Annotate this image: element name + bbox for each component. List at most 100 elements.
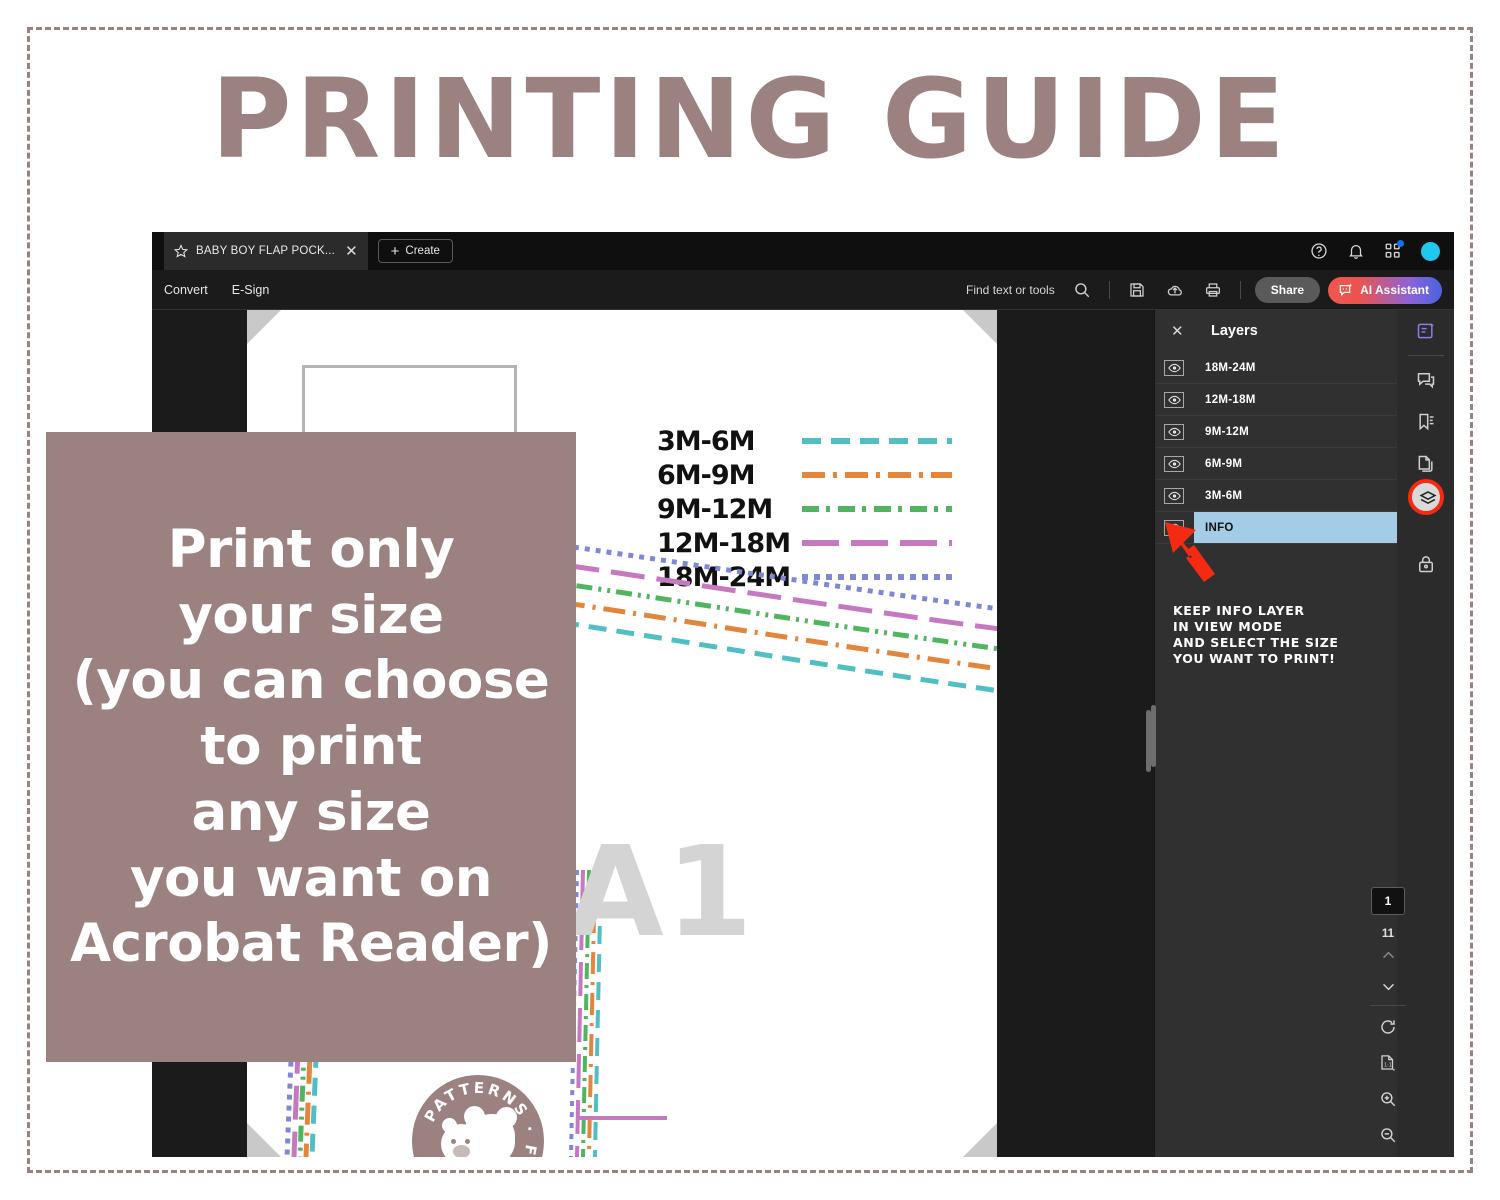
legend-label: 12M-18M <box>657 527 791 559</box>
right-rail: 1 11 1:1 <box>1370 310 1454 1157</box>
layer-row-12m-18m[interactable]: 12M-18M <box>1155 384 1434 416</box>
print-button[interactable] <box>1194 281 1232 299</box>
legend-label: 9M-12M <box>657 493 773 525</box>
close-icon[interactable]: ✕ <box>1171 322 1184 340</box>
layers-panel-title: Layers <box>1211 323 1258 339</box>
rail-divider <box>1408 355 1444 356</box>
cloud-upload-button[interactable] <box>1156 281 1194 299</box>
layers-icon <box>1419 491 1437 505</box>
page-corner-marker <box>247 1123 281 1157</box>
rotate-icon <box>1381 1020 1395 1034</box>
red-arrow-annotation <box>1165 522 1215 582</box>
find-label: Find text or tools <box>966 283 1055 297</box>
legend-row: 18M-24M <box>657 561 952 593</box>
window-actions <box>1310 232 1440 270</box>
edit-ai-icon <box>1417 322 1435 339</box>
legend-label: 18M-24M <box>657 561 791 593</box>
comment-icon <box>1417 373 1435 389</box>
rail-comment-button[interactable] <box>1397 359 1454 401</box>
menu-esign[interactable]: E-Sign <box>220 283 282 297</box>
toolbar-right-group: Find text or tools Share AI Assistant <box>966 270 1442 310</box>
search-icon <box>1074 283 1089 298</box>
tab-strip: BABY BOY FLAP POCK... ✕ + Create <box>152 232 1454 270</box>
page-corner-marker <box>247 310 281 344</box>
legend-row: 6M-9M <box>657 459 952 491</box>
zoom-out-icon <box>1381 1128 1396 1143</box>
svg-text:1:1: 1:1 <box>1384 1062 1392 1068</box>
fit-page-button[interactable]: 1:1 <box>1359 1045 1417 1081</box>
rail-lock-button[interactable] <box>1397 543 1454 585</box>
layer-row-18m-24m[interactable]: 18M-24M <box>1155 352 1434 384</box>
layer-name: 3M-6M <box>1205 489 1243 502</box>
search-button[interactable] <box>1063 281 1101 299</box>
legend-swatch-6m-9m <box>802 472 952 478</box>
eye-icon[interactable] <box>1164 359 1184 376</box>
close-icon[interactable]: ✕ <box>345 244 358 259</box>
current-page-input[interactable]: 1 <box>1371 887 1405 915</box>
save-icon <box>1130 283 1144 297</box>
eye-icon[interactable] <box>1164 455 1184 472</box>
teddy-bear-icon <box>441 1106 517 1157</box>
legend-row: 3M-6M <box>657 425 952 457</box>
page-corner-marker <box>963 310 997 344</box>
page-title-text: PRINTING GUIDE <box>211 55 1289 183</box>
layers-panel-header: ✕ Layers ⋯ <box>1155 310 1434 352</box>
page-title: PRINTING GUIDE <box>0 61 1500 178</box>
chevron-down-icon <box>1382 983 1394 991</box>
ai-sparkle-icon <box>1339 283 1353 297</box>
layer-row-9m-12m[interactable]: 9M-12M <box>1155 416 1434 448</box>
star-icon[interactable] <box>174 244 188 258</box>
panel-scrollbar-thumb[interactable] <box>1151 705 1156 767</box>
eye-icon[interactable] <box>1164 487 1184 504</box>
fit-page-icon: 1:1 <box>1381 1055 1396 1071</box>
app-grid-icon[interactable] <box>1384 240 1404 260</box>
rail-edit-ai-button[interactable] <box>1397 310 1454 352</box>
rail-divider <box>1370 1005 1406 1006</box>
rail-layers-button[interactable] <box>1397 479 1454 527</box>
legend-row: 9M-12M <box>657 493 952 525</box>
toolbar-divider-2 <box>1239 281 1241 299</box>
lock-icon <box>1419 556 1433 573</box>
zoom-in-icon <box>1381 1092 1396 1107</box>
zoom-in-button[interactable] <box>1359 1081 1417 1117</box>
create-button-label: Create <box>405 245 440 257</box>
next-page-button[interactable] <box>1359 971 1417 1002</box>
total-pages-label: 11 <box>1381 928 1395 940</box>
eye-icon[interactable] <box>1164 423 1184 440</box>
create-button[interactable]: + Create <box>377 239 453 263</box>
document-tab[interactable]: BABY BOY FLAP POCK... ✕ <box>164 232 368 270</box>
instruction-overlay-text: Print only your size (you can choose to … <box>70 518 552 975</box>
ai-assistant-label: AI Assistant <box>1360 283 1429 297</box>
layers-annotation-text: KEEP INFO LAYER IN VIEW MODE AND SELECT … <box>1173 603 1339 666</box>
legend-swatch-12m-18m <box>802 540 952 546</box>
bell-icon[interactable] <box>1347 242 1365 260</box>
layer-row-6m-9m[interactable]: 6M-9M <box>1155 448 1434 480</box>
zoom-out-button[interactable] <box>1359 1117 1417 1153</box>
help-circle-icon[interactable] <box>1310 242 1328 260</box>
share-button[interactable]: Share <box>1254 277 1321 303</box>
layers-highlight-ring <box>1408 479 1444 515</box>
ai-assistant-button[interactable]: AI Assistant <box>1328 276 1442 304</box>
legend-label: 6M-9M <box>657 459 756 491</box>
layer-name: 6M-9M <box>1205 457 1243 470</box>
eye-icon[interactable] <box>1164 391 1184 408</box>
rotate-button[interactable] <box>1359 1009 1417 1045</box>
previous-page-button[interactable] <box>1359 940 1417 971</box>
page-corner-marker <box>963 1123 997 1157</box>
menu-convert[interactable]: Convert <box>152 283 220 297</box>
page-watermark: A1 <box>567 820 755 965</box>
layer-name: 12M-18M <box>1205 393 1256 406</box>
rail-bookmark-button[interactable] <box>1397 401 1454 443</box>
legend-label: 3M-6M <box>657 425 756 457</box>
instruction-overlay: Print only your size (you can choose to … <box>46 432 576 1062</box>
legend-swatch-3m-6m <box>802 438 952 444</box>
avatar[interactable] <box>1421 241 1440 261</box>
save-button[interactable] <box>1118 281 1156 299</box>
layer-name: 18M-24M <box>1205 361 1256 374</box>
chevron-up-icon <box>1382 951 1394 959</box>
notification-badge <box>1397 240 1404 247</box>
page-navigation: 1 11 1:1 <box>1359 887 1417 1157</box>
layer-row-3m-6m[interactable]: 3M-6M <box>1155 480 1434 512</box>
bookmark-icon <box>1419 413 1434 431</box>
share-button-label: Share <box>1270 283 1305 297</box>
